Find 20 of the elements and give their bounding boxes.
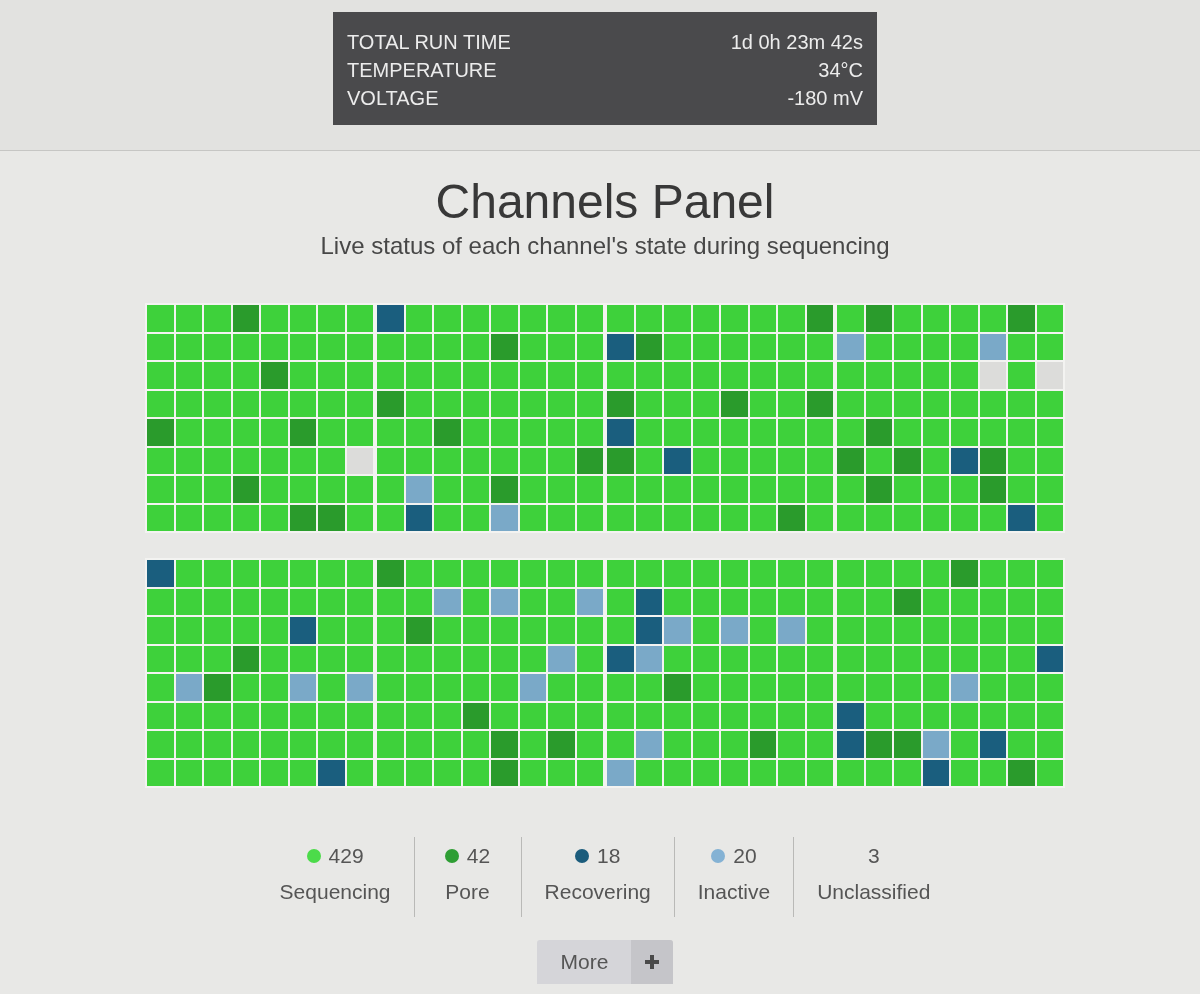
stat-value: 34°C bbox=[817, 58, 863, 83]
channel-count: 18 bbox=[597, 843, 621, 869]
channel-count: 20 bbox=[733, 843, 757, 869]
legend-label: Inactive bbox=[697, 879, 771, 905]
more-button[interactable]: More bbox=[536, 940, 674, 984]
stat-label: TEMPERATURE bbox=[347, 58, 498, 83]
channel-count: 42 bbox=[466, 843, 491, 869]
legend-label: Sequencing bbox=[279, 879, 391, 905]
panel-subtitle: Live status of each channel's state during sequencing bbox=[320, 232, 890, 260]
stat-label: TOTAL RUN TIME bbox=[347, 30, 512, 55]
channel-count: 429 bbox=[328, 843, 364, 869]
stat-value: -180 mV bbox=[786, 86, 863, 111]
panel-title: Channels Panel bbox=[435, 175, 775, 229]
legend-label: Recovering bbox=[544, 879, 651, 905]
legend-label: Pore bbox=[445, 879, 490, 905]
stat-label: VOLTAGE bbox=[347, 86, 440, 111]
legend-label: Unclassified bbox=[817, 879, 931, 905]
plus-icon bbox=[631, 940, 674, 984]
stat-value: 1d 0h 23m 42s bbox=[730, 30, 863, 55]
channel-count: 3 bbox=[867, 843, 880, 869]
